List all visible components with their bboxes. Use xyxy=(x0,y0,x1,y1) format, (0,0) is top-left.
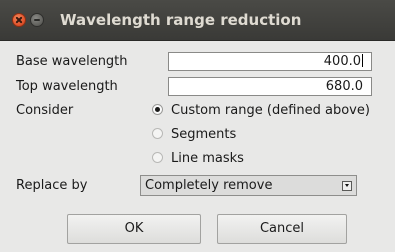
consider-label: Consider xyxy=(16,103,74,118)
radio-line-masks[interactable]: Line masks xyxy=(152,150,244,168)
radio-segments[interactable]: Segments xyxy=(152,126,236,144)
ok-button[interactable]: OK xyxy=(67,214,201,244)
text-cursor xyxy=(362,54,363,67)
cancel-button[interactable]: Cancel xyxy=(217,214,347,244)
radio-line-masks-label: Line masks xyxy=(171,151,244,166)
top-wavelength-value: 680.0 xyxy=(325,79,363,94)
radio-custom-range-label: Custom range (defined above) xyxy=(171,103,370,118)
radio-custom-range[interactable]: Custom range (defined above) xyxy=(152,102,370,120)
base-wavelength-field[interactable]: 400.0 xyxy=(168,52,372,71)
title-bar: Wavelength range reduction xyxy=(0,0,395,41)
base-wavelength-label: Base wavelength xyxy=(16,54,128,69)
replace-by-select[interactable]: Completely remove xyxy=(140,175,357,196)
window-title: Wavelength range reduction xyxy=(60,11,302,29)
minimize-icon[interactable] xyxy=(30,13,44,27)
top-wavelength-field[interactable]: 680.0 xyxy=(168,77,372,96)
radio-unchecked-icon xyxy=(152,152,163,163)
radio-segments-label: Segments xyxy=(171,127,237,142)
radio-unchecked-icon xyxy=(152,128,163,139)
replace-by-label: Replace by xyxy=(16,178,88,193)
dropdown-arrow-icon xyxy=(342,181,352,191)
replace-by-value: Completely remove xyxy=(145,178,273,193)
close-icon[interactable] xyxy=(12,13,26,27)
top-wavelength-label: Top wavelength xyxy=(16,79,118,94)
radio-checked-icon xyxy=(152,104,163,115)
base-wavelength-value: 400.0 xyxy=(323,54,361,69)
